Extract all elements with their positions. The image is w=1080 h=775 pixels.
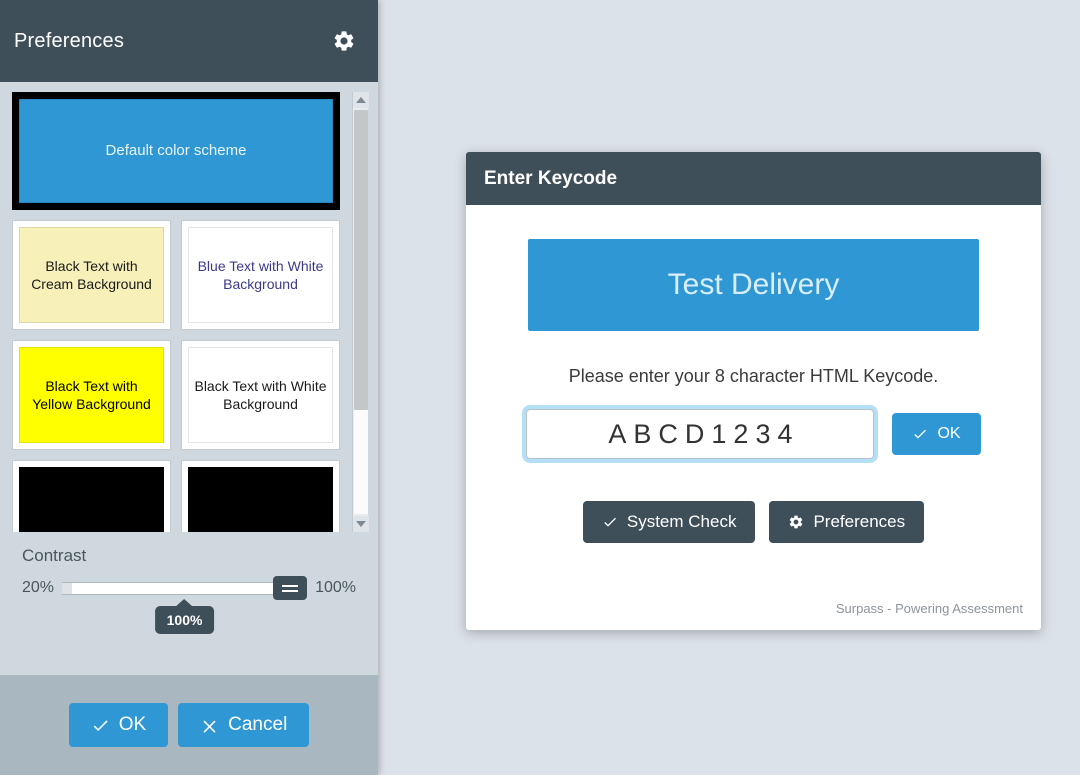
system-check-label: System Check [626,512,737,531]
preferences-cancel-label: Cancel [228,714,288,735]
page-title: Preferences [14,29,125,52]
check-icon [914,429,927,439]
color-scheme-swatch: Default color scheme [19,99,333,203]
color-scheme-swatch: Blue Text with White Background [188,227,333,323]
slider-value-tooltip: 100% [154,606,215,634]
test-delivery-banner: Test Delivery [528,239,979,331]
preferences-cancel-button[interactable]: Cancel [178,703,310,747]
contrast-control: Contrast 20% 100% 100% [0,532,378,634]
check-icon [93,719,108,731]
color-scheme-option[interactable]: Black Text with White Background [181,340,340,450]
keycode-dialog-body: Test Delivery Please enter your 8 charac… [466,205,1041,585]
contrast-label: Contrast [22,546,87,565]
contrast-min-label: 20% [22,579,55,596]
color-scheme-list: Default color scheme Black Text with Crea… [12,92,342,532]
gear-icon-glyph [334,31,354,51]
color-scheme-swatch: Black Text with Cream Background [19,227,164,323]
preferences-button[interactable]: Preferences [769,501,925,543]
gear-icon[interactable] [332,29,356,53]
slider-handle[interactable] [273,576,308,600]
color-scheme-region: Default color scheme Black Text with Crea… [0,92,378,532]
color-scheme-scroll-area[interactable]: Default color scheme Black Text with Crea… [0,92,352,532]
contrast-slider-row: 20% 100% 100% [22,576,356,634]
gear-icon [790,515,803,529]
color-scheme-swatch [19,467,164,532]
keycode-ok-label: OK [937,425,961,442]
app-root: Preferences Default color scheme Black Te… [0,0,1080,775]
color-scheme-option[interactable]: Black Text with Cream Background [12,220,171,330]
preferences-ok-button[interactable]: OK [68,703,169,747]
color-scheme-option[interactable] [181,460,340,532]
preferences-panel: Preferences Default color scheme Black Te… [0,0,378,775]
color-scheme-swatch: Black Text with White Background [188,347,333,443]
system-check-button[interactable]: System Check [582,501,756,543]
preferences-ok-label: OK [118,714,147,735]
check-icon [604,517,616,527]
keycode-dialog-header: Enter Keycode [466,152,1041,205]
color-scheme-swatch: Black Text with Yellow Background [19,347,164,443]
close-icon [203,720,216,733]
keycode-dialog-title: Enter Keycode [484,167,618,189]
preferences-button-label: Preferences [813,512,906,531]
color-scheme-option[interactable] [12,460,171,532]
scroll-up-icon[interactable] [353,92,369,108]
branding-footnote: Surpass - Powering Assessment [835,601,1023,616]
keycode-dialog: Enter Keycode Test Delivery Please enter… [466,152,1041,630]
color-scheme-option[interactable]: Blue Text with White Background [181,220,340,330]
scrollbar[interactable] [352,92,369,532]
scroll-down-icon[interactable] [353,516,369,532]
keycode-instruction: Please enter your 8 character HTML Keyco… [568,366,939,386]
keycode-secondary-actions: System Check Preferences [528,501,979,543]
preferences-footer: OK Cancel [0,675,378,775]
slider-fill [62,583,73,594]
preferences-body: Default color scheme Black Text with Crea… [0,82,378,675]
color-scheme-option[interactable]: Default color scheme [12,92,340,210]
preferences-header: Preferences [0,0,378,82]
keycode-ok-button[interactable]: OK [892,413,981,455]
color-scheme-swatch [188,467,333,532]
contrast-max-label: 100% [315,579,356,596]
keycode-input[interactable] [526,409,875,459]
color-scheme-option[interactable]: Black Text with Yellow Background [12,340,171,450]
keycode-entry-row: OK [526,409,981,459]
scrollbar-thumb[interactable] [354,110,368,410]
contrast-slider[interactable]: 100% [62,576,308,634]
slider-track[interactable] [62,582,308,595]
